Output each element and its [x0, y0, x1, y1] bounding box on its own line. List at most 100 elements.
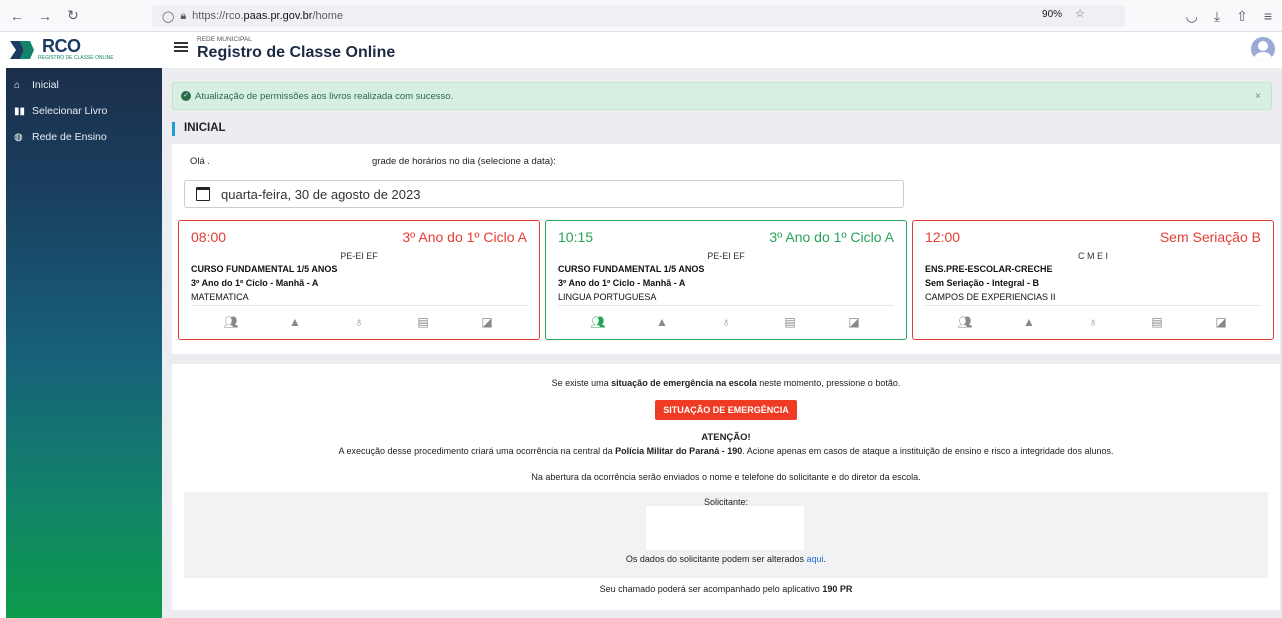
globe-icon: ◍ — [14, 131, 23, 143]
class-card[interactable]: 08:00 3º Ano do 1º Ciclo A PE-EI EF CURS… — [178, 220, 540, 340]
calendar-icon — [196, 187, 210, 201]
user-avatar-icon[interactable] — [1251, 37, 1275, 61]
sidebar-item-label: Rede de Ensino — [32, 131, 107, 143]
content-icon[interactable]: ▲ — [287, 315, 303, 329]
subject-name: CAMPOS DE EXPERIENCIAS II — [925, 292, 1056, 302]
date-value: quarta-feira, 30 de agosto de 2023 — [221, 186, 421, 202]
requester-info — [646, 506, 804, 550]
logo-text: RCO — [42, 36, 81, 56]
browser-toolbar: ← → ↻ ◯ 🔒︎ https://rco. paas.pr.gov.br/ho… — [0, 0, 1282, 32]
sidebar-item-selecionar-livro[interactable]: ▮▮ Selecionar Livro — [6, 98, 162, 124]
class-name: 3º Ano do 1º Ciclo - Manhã - A — [558, 278, 686, 288]
award-icon[interactable]: ♁ — [351, 315, 367, 329]
download-icon[interactable]: ⤓ — [1214, 8, 1220, 25]
sidebar-item-inicial[interactable]: ⌂ Inicial — [6, 72, 162, 98]
school-name: C M E I — [1077, 251, 1108, 261]
students-icon[interactable]: 👥︎ — [223, 315, 239, 329]
hamburger-menu-icon[interactable] — [174, 42, 188, 54]
class-card[interactable]: 12:00 Sem Seriação B C M E I ENS.PRE-ESC… — [912, 220, 1274, 340]
sidebar-item-rede-de-ensino[interactable]: ◍ Rede de Ensino — [6, 124, 162, 150]
grade-label: grade de horários no dia (selecione a da… — [372, 156, 556, 167]
logo[interactable]: RCO REGISTRO DE CLASSE ONLINE — [6, 32, 162, 68]
section-title: INICIAL — [172, 122, 226, 136]
tracking-notice: Seu chamado poderá ser acompanhado pelo … — [172, 584, 1280, 594]
pdf-icon[interactable]: ◪ — [479, 315, 495, 329]
emergency-panel: Se existe uma situação de emergência na … — [172, 364, 1280, 610]
execution-warning-bold: Polícia Militar do Paraná - 190 — [615, 446, 743, 456]
class-group: Sem Seriação B — [1159, 229, 1261, 245]
pdf-icon[interactable]: ◪ — [846, 315, 862, 329]
sidebar-item-label: Selecionar Livro — [32, 105, 108, 117]
emergency-question-text: Se existe uma — [551, 378, 612, 388]
content-icon[interactable]: ▲ — [1021, 315, 1037, 329]
class-name: 3º Ano do 1º Ciclo - Manhã - A — [191, 278, 319, 288]
page-title: Registro de Classe Online — [197, 44, 396, 61]
book-icon: ▮▮ — [14, 105, 26, 117]
requester-data-text: Os dados do solicitante podem ser altera… — [625, 554, 807, 564]
greeting: Olá . — [190, 156, 211, 167]
subject-name: LINGUA PORTUGUESA — [558, 292, 657, 302]
bookmark-star-icon[interactable]: ☆ — [1075, 8, 1085, 20]
students-icon[interactable]: 👥︎ — [957, 315, 973, 329]
course-name: ENS.PRE-ESCOLAR-CRECHE — [925, 264, 1053, 274]
course-name: CURSO FUNDAMENTAL 1/5 ANOS — [558, 264, 705, 274]
document-icon[interactable]: ▤ — [782, 315, 798, 329]
shield-icon: ◯ — [162, 10, 175, 23]
emergency-button[interactable]: SITUAÇÃO DE EMERGÊNCIA — [655, 400, 797, 420]
sidebar-item-label: Inicial — [32, 79, 59, 91]
address-bar[interactable]: ◯ 🔒︎ https://rco. paas.pr.gov.br/home 90%… — [152, 5, 1125, 27]
class-time: 10:15 — [558, 229, 594, 245]
class-card[interactable]: 10:15 3º Ano do 1º Ciclo A PE-EI EF CURS… — [545, 220, 907, 340]
schedule-panel: Olá . grade de horários no dia (selecion… — [172, 144, 1280, 354]
class-group: 3º Ano do 1º Ciclo A — [402, 229, 527, 245]
tracking-text: Seu chamado poderá ser acompanhado pelo … — [599, 584, 823, 594]
url-path: /home — [312, 10, 344, 22]
alert-text: Atualização de permissões aos livros rea… — [195, 90, 454, 102]
header-subtitle: REDE MUNICIPAL — [197, 36, 252, 43]
logo-subtext: REGISTRO DE CLASSE ONLINE — [38, 55, 114, 61]
reload-icon[interactable]: ↻ — [62, 7, 84, 24]
sidebar: RCO REGISTRO DE CLASSE ONLINE ⌂ Inicial … — [6, 32, 162, 618]
main-content: ✓ Atualização de permissões aos livros r… — [162, 68, 1282, 618]
home-icon: ⌂ — [14, 79, 21, 91]
emergency-question-text-end: neste momento, pressione o botão. — [756, 378, 901, 388]
date-picker[interactable]: quarta-feira, 30 de agosto de 2023 — [184, 180, 904, 208]
school-name: PE-EI EF — [340, 251, 378, 261]
requester-data-text-end: . — [823, 554, 827, 564]
pdf-icon[interactable]: ◪ — [1213, 315, 1229, 329]
requester-data-notice: Os dados do solicitante podem ser altera… — [184, 554, 1268, 564]
zoom-level[interactable]: 90% — [1042, 9, 1062, 20]
award-icon[interactable]: ♁ — [1085, 315, 1101, 329]
award-icon[interactable]: ♁ — [718, 315, 734, 329]
url-host: paas.pr.gov.br — [243, 10, 313, 22]
execution-warning-text: A execução desse procedimento criará uma… — [338, 446, 616, 456]
content-icon[interactable]: ▲ — [654, 315, 670, 329]
back-icon[interactable]: ← — [6, 8, 28, 24]
pocket-icon[interactable]: ◡ — [1186, 8, 1198, 25]
opening-notice: Na abertura da ocorrência serão enviados… — [531, 472, 921, 482]
attention-heading: ATENÇÃO! — [701, 432, 751, 443]
close-icon[interactable]: × — [1255, 91, 1261, 102]
execution-warning: A execução desse procedimento criará uma… — [172, 446, 1280, 456]
edit-requester-link[interactable]: aqui — [807, 554, 824, 564]
success-alert: ✓ Atualização de permissões aos livros r… — [172, 82, 1272, 110]
rco-logo-icon — [10, 41, 34, 59]
course-name: CURSO FUNDAMENTAL 1/5 ANOS — [191, 264, 338, 274]
requester-box: Solicitante: Os dados do solicitante pod… — [184, 492, 1268, 578]
class-time: 12:00 — [925, 229, 961, 245]
emergency-question-bold: situação de emergência na escola — [611, 378, 757, 388]
class-name: Sem Seriação - Integral - B — [925, 278, 1040, 288]
tracking-app-name: 190 PR — [822, 584, 853, 594]
menu-icon[interactable]: ≡ — [1264, 8, 1272, 25]
class-group: 3º Ano do 1º Ciclo A — [769, 229, 894, 245]
document-icon[interactable]: ▤ — [415, 315, 431, 329]
forward-icon[interactable]: → — [34, 8, 56, 24]
school-name: PE-EI EF — [707, 251, 745, 261]
class-time: 08:00 — [191, 229, 227, 245]
share-icon[interactable]: ⇧ — [1236, 8, 1248, 25]
document-icon[interactable]: ▤ — [1149, 315, 1165, 329]
subject-name: MATEMATICA — [191, 292, 249, 302]
emergency-question: Se existe uma situação de emergência na … — [172, 378, 1280, 388]
check-circle-icon: ✓ — [181, 91, 191, 101]
students-icon[interactable]: 👥︎ — [590, 315, 606, 329]
